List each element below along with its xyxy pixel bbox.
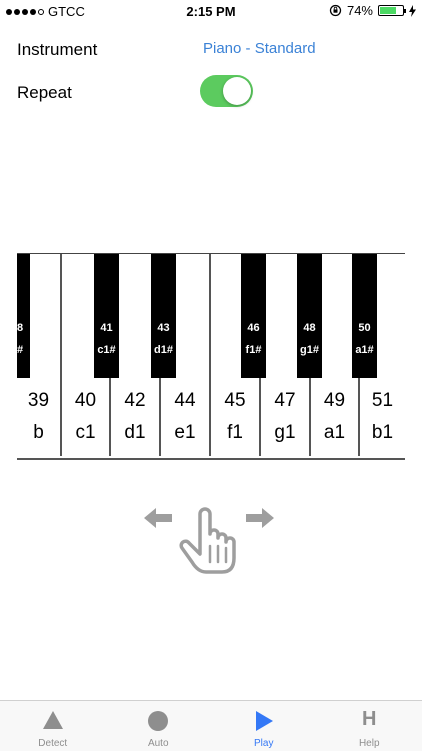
tab-detect[interactable]: Detect (0, 701, 106, 751)
key-note: g1 (261, 422, 309, 444)
play-icon (254, 710, 274, 732)
key-number: 50 (352, 322, 377, 334)
tab-label: Detect (0, 738, 106, 749)
key-number: 42 (111, 390, 159, 412)
key-note: f1 (211, 422, 259, 444)
key-number: 48 (297, 322, 322, 334)
instrument-label: Instrument (17, 40, 97, 60)
instrument-selector[interactable]: Piano - Standard (203, 40, 316, 57)
key-note: f1# (241, 344, 266, 356)
status-right: 74% (329, 3, 416, 18)
key-number: 51 (360, 390, 405, 412)
piano-keyboard[interactable]: 39 b 40 c1 42 d1 44 e1 45 f1 47 g1 49 a1… (17, 253, 405, 460)
key-note: a1# (352, 344, 377, 356)
key-number: 45 (211, 390, 259, 412)
black-key[interactable]: 50 a1# (352, 254, 377, 378)
tab-label: Help (317, 738, 422, 749)
toggle-knob (223, 77, 251, 105)
battery-icon (378, 5, 404, 16)
key-number: 40 (62, 390, 109, 412)
key-note: c1# (94, 344, 119, 356)
key-number: 49 (311, 390, 358, 412)
key-number: 41 (94, 322, 119, 334)
tab-label: Auto (106, 738, 212, 749)
tab-auto[interactable]: Auto (106, 701, 212, 751)
key-number: 44 (161, 390, 209, 412)
black-key[interactable]: 43 d1# (151, 254, 176, 378)
swipe-hint-icon (140, 500, 280, 580)
circle-icon (147, 710, 169, 732)
black-key[interactable]: 46 f1# (241, 254, 266, 378)
triangle-icon (42, 710, 64, 730)
charging-bolt-icon (409, 5, 416, 17)
tab-help[interactable]: H Help (317, 701, 422, 751)
help-h-icon: H (362, 708, 376, 731)
battery-percent: 74% (347, 3, 373, 18)
key-note: a1 (311, 422, 358, 444)
key-note: d1# (151, 344, 176, 356)
key-note: e1 (161, 422, 209, 444)
key-note: g1# (297, 344, 322, 356)
key-number: 43 (151, 322, 176, 334)
repeat-label: Repeat (17, 83, 72, 103)
key-note: b (17, 422, 60, 444)
orientation-lock-icon (329, 4, 342, 17)
key-note: b1 (360, 422, 405, 444)
key-note: d1 (111, 422, 159, 444)
black-key[interactable]: 8 # (17, 254, 30, 378)
tab-bar: Detect Auto Play H Help (0, 700, 422, 751)
key-number: 46 (241, 322, 266, 334)
black-key[interactable]: 41 c1# (94, 254, 119, 378)
key-number: 47 (261, 390, 309, 412)
key-note: c1 (62, 422, 109, 444)
key-number: 8 (17, 322, 30, 334)
status-bar: GTCC 2:15 PM 74% (0, 0, 422, 24)
repeat-toggle[interactable] (200, 75, 253, 107)
tab-label: Play (211, 738, 317, 749)
key-note: # (17, 344, 30, 356)
tab-play[interactable]: Play (211, 701, 317, 751)
black-key[interactable]: 48 g1# (297, 254, 322, 378)
key-number: 39 (17, 390, 60, 412)
